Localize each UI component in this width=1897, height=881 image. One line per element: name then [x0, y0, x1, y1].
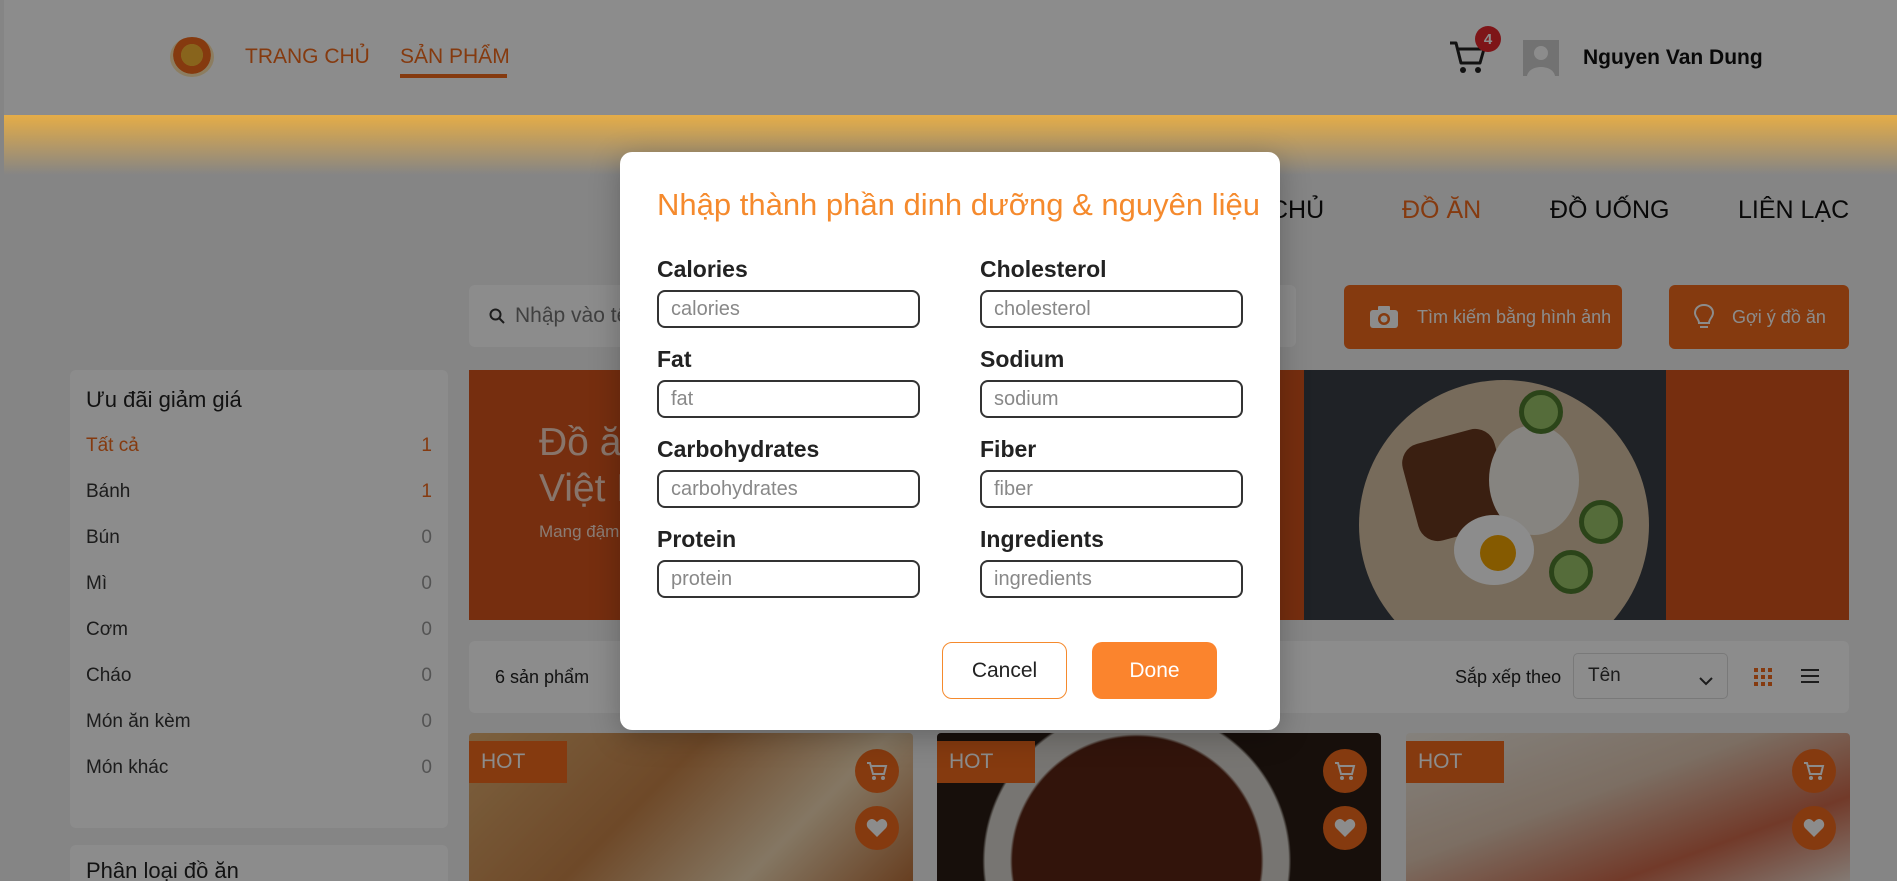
- calories-field: Calories: [657, 256, 920, 328]
- fiber-label: Fiber: [980, 436, 1037, 462]
- fat-label: Fat: [657, 346, 692, 372]
- sodium-input[interactable]: [980, 380, 1243, 418]
- protein-input[interactable]: [657, 560, 920, 598]
- carbohydrates-field: Carbohydrates: [657, 436, 920, 508]
- calories-label: Calories: [657, 256, 748, 282]
- ingredients-field: Ingredients: [980, 526, 1243, 598]
- done-button[interactable]: Done: [1092, 642, 1217, 699]
- fat-input[interactable]: [657, 380, 920, 418]
- calories-input[interactable]: [657, 290, 920, 328]
- nutrition-modal: Nhập thành phần dinh dưỡng & nguyên liệu…: [620, 152, 1280, 730]
- fiber-field: Fiber: [980, 436, 1243, 508]
- ingredients-input[interactable]: [980, 560, 1243, 598]
- cancel-button[interactable]: Cancel: [942, 642, 1067, 699]
- ingredients-label: Ingredients: [980, 526, 1104, 552]
- fat-field: Fat: [657, 346, 920, 418]
- cholesterol-label: Cholesterol: [980, 256, 1107, 282]
- sodium-label: Sodium: [980, 346, 1065, 372]
- fiber-input[interactable]: [980, 470, 1243, 508]
- modal-title: Nhập thành phần dinh dưỡng & nguyên liệu: [657, 187, 1260, 222]
- carbohydrates-label: Carbohydrates: [657, 436, 820, 462]
- cholesterol-input[interactable]: [980, 290, 1243, 328]
- cholesterol-field: Cholesterol: [980, 256, 1243, 328]
- protein-field: Protein: [657, 526, 920, 598]
- sodium-field: Sodium: [980, 346, 1243, 418]
- carbohydrates-input[interactable]: [657, 470, 920, 508]
- protein-label: Protein: [657, 526, 737, 552]
